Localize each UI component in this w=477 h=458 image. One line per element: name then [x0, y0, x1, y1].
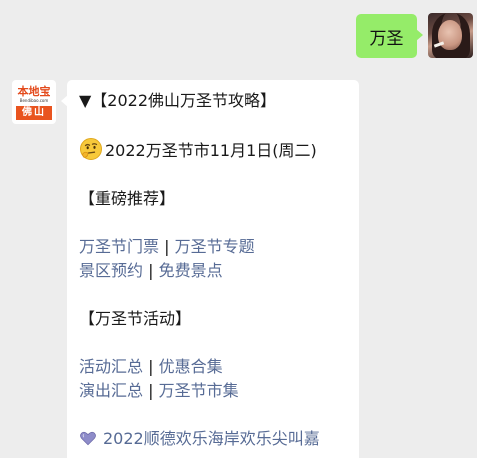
link-halloween-market[interactable]: 万圣节市集: [159, 381, 239, 400]
message-title: ▼【2022佛山万圣节攻略】: [79, 91, 277, 110]
link-discount-collection[interactable]: 优惠合集: [159, 357, 223, 376]
user-message-text: 万圣: [369, 28, 404, 49]
link-halloween-tickets[interactable]: 万圣节门票: [79, 237, 159, 256]
link-show-summary[interactable]: 演出汇总: [79, 381, 143, 400]
bot-avatar[interactable]: 本地宝 Bendibao.com 佛山: [12, 80, 56, 124]
purple-heart-icon: [80, 431, 96, 446]
date-line-text: 2022万圣节市11月1日(周二): [105, 141, 317, 160]
link-separator: |: [148, 357, 154, 376]
section-heading-activities: 【万圣节活动】: [79, 309, 192, 328]
links-row-2: 景区预约 | 免费景点: [79, 259, 347, 283]
user-avatar[interactable]: [428, 13, 473, 58]
link-activity-summary[interactable]: 活动汇总: [79, 357, 143, 376]
links-row-1: 万圣节门票 | 万圣节专题: [79, 235, 347, 259]
bot-avatar-brand: 本地宝: [17, 85, 51, 98]
chat-screen: 万圣 本地宝 Bendibao.com 佛山 ▼【2022佛山万圣节攻略】 20…: [0, 0, 477, 458]
link-halloween-topic[interactable]: 万圣节专题: [175, 237, 255, 256]
link-separator: |: [148, 381, 154, 400]
avatar-face: [438, 20, 462, 50]
link-scenic-reservation[interactable]: 景区预约: [79, 261, 143, 280]
links-row-4: 演出汇总 | 万圣节市集: [79, 379, 347, 403]
link-separator: |: [148, 261, 154, 280]
links-row-3: 活动汇总 | 优惠合集: [79, 355, 347, 379]
last-line: 2022顺德欢乐海岸欢乐尖叫嘉: [79, 427, 347, 451]
date-line: 2022万圣节市11月1日(周二): [79, 137, 347, 163]
section-heading-recommend: 【重磅推荐】: [79, 189, 176, 208]
bot-message-bubble[interactable]: ▼【2022佛山万圣节攻略】 2022万圣节市11月1日(周二) 【重磅推荐】 …: [61, 80, 359, 458]
link-free-attractions[interactable]: 免费景点: [159, 261, 223, 280]
bot-avatar-url: Bendibao.com: [19, 98, 49, 103]
link-shunde-event[interactable]: 2022顺德欢乐海岸欢乐尖叫嘉: [103, 429, 320, 448]
thinking-face-icon: [80, 138, 102, 160]
bot-avatar-city: 佛山: [16, 106, 52, 120]
user-message-bubble[interactable]: 万圣: [356, 14, 423, 58]
link-separator: |: [164, 237, 170, 256]
